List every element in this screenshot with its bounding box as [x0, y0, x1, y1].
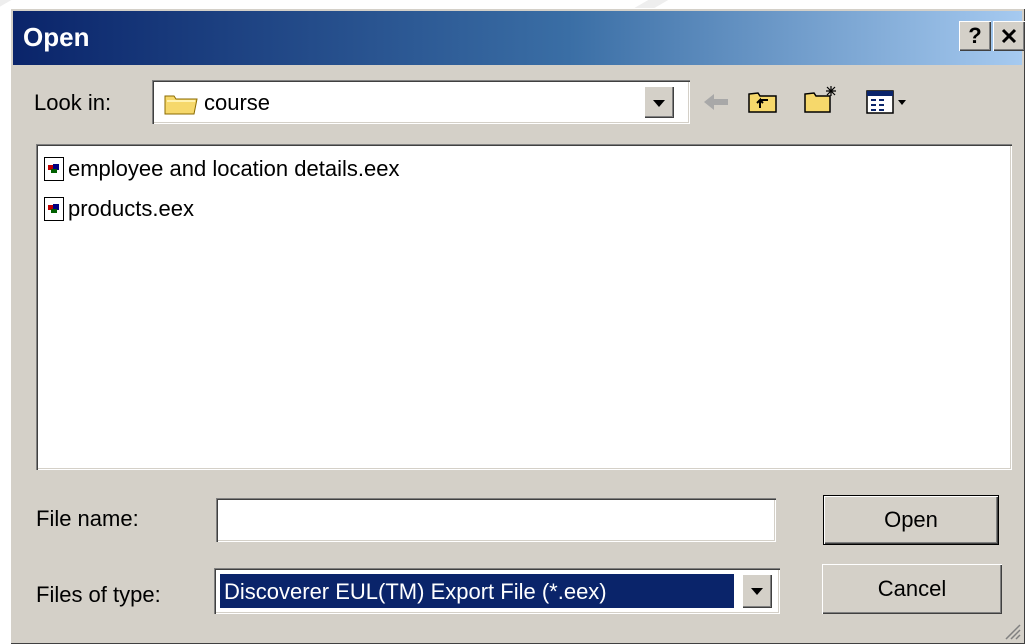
chevron-down-icon: [751, 588, 763, 595]
files-of-type-value: Discoverer EUL(TM) Export File (*.eex): [224, 579, 607, 604]
help-button[interactable]: ?: [959, 21, 991, 51]
look-in-dropdown[interactable]: course: [152, 80, 690, 124]
close-icon: [1001, 28, 1017, 44]
file-name-input[interactable]: [216, 498, 776, 542]
chevron-down-icon: [653, 100, 665, 107]
eex-file-icon: [44, 197, 64, 221]
file-name-text: employee and location details.eex: [68, 156, 400, 181]
window-title: Open: [23, 22, 90, 52]
look-in-dropdown-button[interactable]: [644, 86, 674, 118]
create-new-folder-icon[interactable]: [804, 84, 838, 114]
open-dialog: Open ? Look in: course employee and loca…: [10, 8, 1025, 644]
back-arrow-icon[interactable]: [702, 92, 730, 112]
open-button[interactable]: Open: [824, 496, 998, 544]
files-of-type-dropdown-button[interactable]: [742, 574, 772, 608]
file-name-text: products.eex: [68, 196, 194, 221]
files-of-type-label: Files of type:: [36, 582, 161, 607]
list-item[interactable]: products.eex: [44, 194, 194, 224]
file-name-label: File name:: [36, 506, 139, 531]
cancel-button[interactable]: Cancel: [822, 564, 1002, 614]
look-in-label: Look in:: [34, 90, 112, 115]
resize-grip-icon[interactable]: [1003, 622, 1021, 640]
files-of-type-dropdown[interactable]: Discoverer EUL(TM) Export File (*.eex): [214, 568, 780, 614]
list-item[interactable]: employee and location details.eex: [44, 154, 399, 184]
files-of-type-selection: Discoverer EUL(TM) Export File (*.eex): [220, 574, 734, 608]
file-list[interactable]: employee and location details.eex produc…: [36, 144, 1012, 470]
folder-icon: [164, 95, 198, 115]
view-menu-icon[interactable]: [866, 90, 910, 114]
close-button[interactable]: [993, 21, 1025, 51]
look-in-value: course: [204, 90, 271, 115]
up-one-level-icon[interactable]: [748, 88, 778, 114]
eex-file-icon: [44, 157, 64, 181]
title-bar[interactable]: Open ?: [13, 11, 1025, 65]
